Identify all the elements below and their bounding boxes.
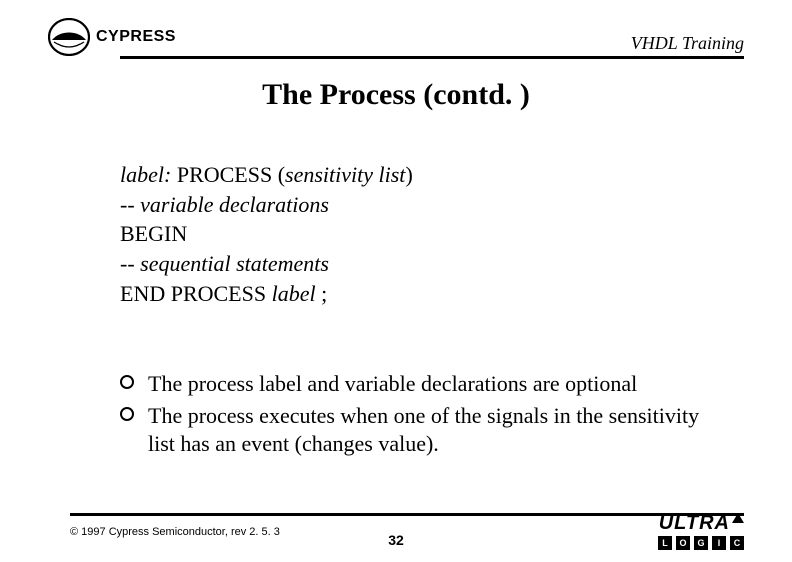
ultra-word: ULTRA: [659, 512, 730, 534]
brand-logo: CYPRESS: [48, 18, 176, 56]
footer-rule: [70, 513, 744, 516]
code-line-5: END PROCESS label ;: [120, 279, 732, 309]
logic-box: O: [676, 536, 690, 550]
code-token: label: [272, 281, 316, 306]
logic-box: G: [694, 536, 708, 550]
code-token: sensitivity list: [285, 162, 405, 187]
brand-name: CYPRESS: [96, 28, 176, 46]
code-token: sequential statements: [140, 251, 329, 276]
bullet-text: The process label and variable declarati…: [148, 370, 712, 398]
bullet-icon: [120, 370, 148, 389]
code-token: ): [405, 162, 412, 187]
list-item: The process label and variable declarati…: [120, 370, 712, 398]
list-item: The process executes when one of the sig…: [120, 402, 712, 458]
code-token: variable declarations: [140, 192, 329, 217]
code-token: --: [120, 192, 140, 217]
page-title: The Process (contd. ): [0, 78, 792, 112]
ultra-logo: ULTRA L O G I C: [658, 513, 744, 550]
header-rule: [120, 56, 744, 59]
code-token: --: [120, 251, 140, 276]
bullet-icon: [120, 402, 148, 421]
logic-box: C: [730, 536, 744, 550]
code-token: label:: [120, 162, 171, 187]
code-line-1: label: PROCESS (sensitivity list): [120, 160, 732, 190]
ultra-boxes: L O G I C: [658, 536, 744, 550]
code-line-2: -- variable declarations: [120, 190, 732, 220]
code-token: END PROCESS: [120, 281, 272, 306]
ultra-word-row: ULTRA: [658, 513, 744, 534]
code-line-3: BEGIN: [120, 219, 732, 249]
header-label: VHDL Training: [631, 33, 744, 56]
code-line-4: -- sequential statements: [120, 249, 732, 279]
logic-box: L: [658, 536, 672, 550]
code-block: label: PROCESS (sensitivity list) -- var…: [120, 160, 732, 308]
code-token: PROCESS (: [171, 162, 285, 187]
header: CYPRESS VHDL Training: [48, 18, 744, 56]
code-token: ;: [316, 281, 328, 306]
bullet-text: The process executes when one of the sig…: [148, 402, 712, 458]
logic-box: I: [712, 536, 726, 550]
triangle-icon: [732, 513, 744, 523]
bullet-list: The process label and variable declarati…: [120, 370, 712, 462]
cypress-logo-icon: [48, 18, 90, 56]
